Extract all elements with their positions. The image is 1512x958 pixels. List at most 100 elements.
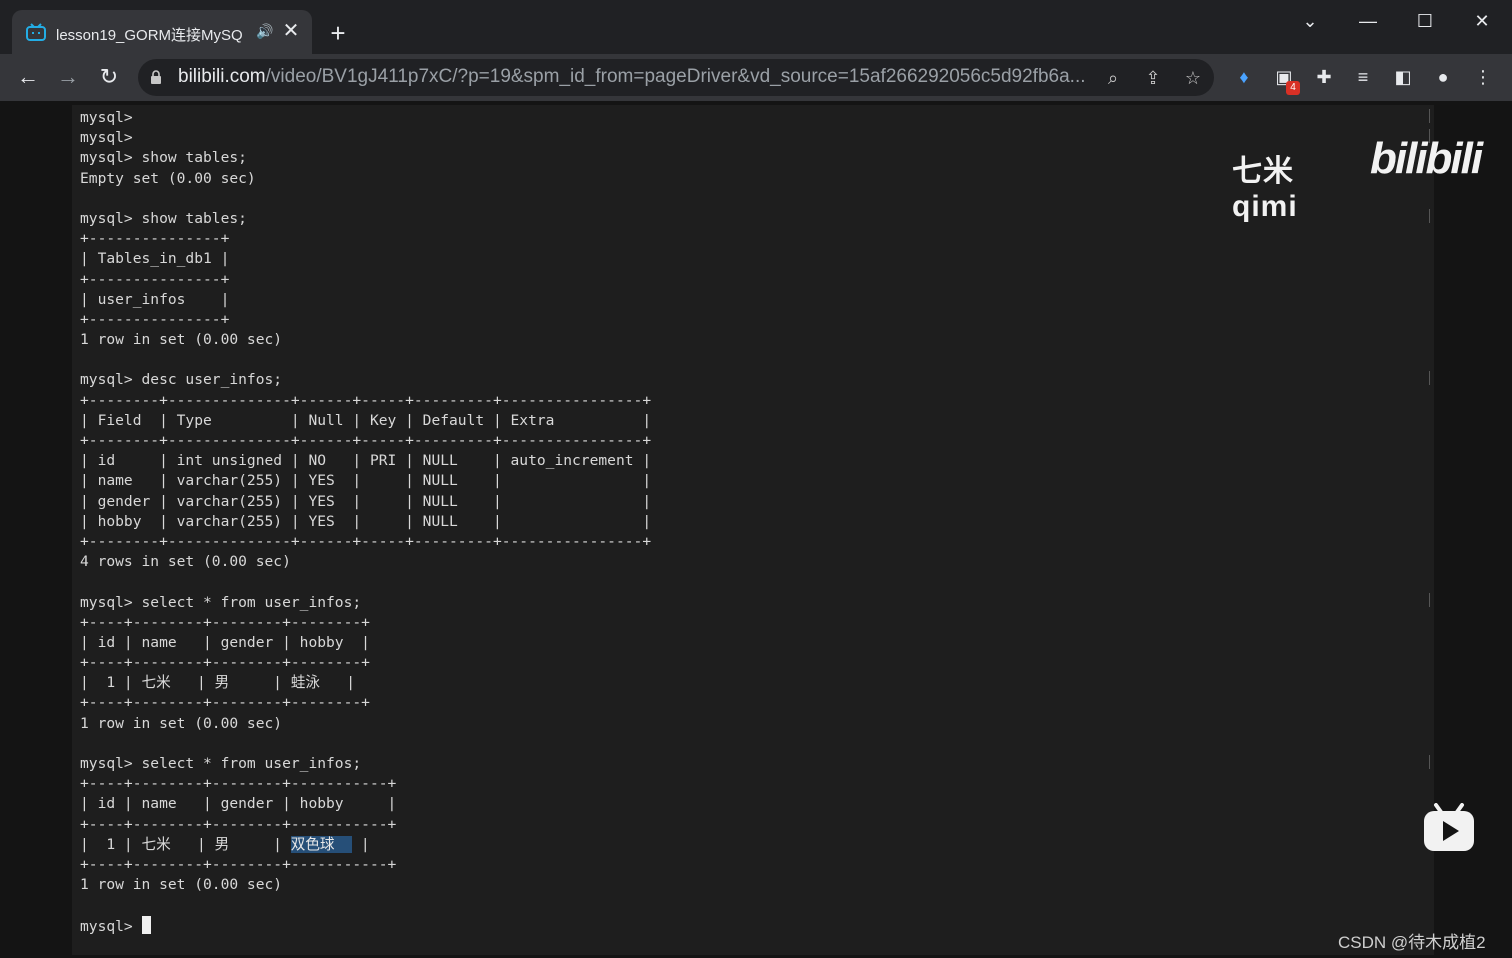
profile-icon[interactable]: ●: [1431, 65, 1455, 89]
reload-icon[interactable]: ↻: [96, 64, 122, 90]
terminal-line-text: mysql>: [80, 129, 133, 147]
terminal-line-text: +---------------+: [80, 270, 230, 288]
mark: [1423, 755, 1430, 769]
terminal-line: 1 row in set (0.00 sec): [80, 875, 651, 895]
terminal-line-text: mysql> show tables;: [80, 149, 247, 167]
terminal-line: mysql> show tables;: [80, 209, 651, 229]
extension-badge: 4: [1286, 81, 1300, 95]
terminal-line-text: mysql> desc user_infos;: [80, 371, 283, 389]
tab-search-chevron-icon[interactable]: ⌄: [1290, 8, 1330, 34]
terminal-line-text: mysql>: [80, 917, 142, 935]
terminal-line-text: Empty set (0.00 sec): [80, 169, 256, 187]
url-host: bilibili.com: [178, 66, 266, 87]
terminal-line-text: +----+--------+--------+-----------+: [80, 855, 397, 873]
terminal-line-text: | hobby | varchar(255) | YES | | NULL | …: [80, 512, 652, 530]
terminal-line-text: mysql> select * from user_infos;: [80, 593, 362, 611]
terminal-line: | name | varchar(255) | YES | | NULL | |: [80, 471, 651, 491]
terminal-line-text: +---------------+: [80, 310, 230, 328]
reading-list-icon[interactable]: ≡: [1351, 65, 1375, 89]
side-panel-icon[interactable]: ◧: [1391, 65, 1415, 89]
selected-text[interactable]: 双色球: [290, 835, 353, 853]
terminal-line: | id | name | gender | hobby |: [80, 794, 651, 814]
terminal-line-text: +--------+--------------+------+-----+--…: [80, 432, 652, 449]
text-cursor: [141, 915, 151, 934]
forward-icon[interactable]: →: [55, 64, 81, 90]
url-text[interactable]: bilibili.com/video/BV1gJ411p7xC/?p=19&sp…: [178, 66, 1093, 90]
extensions-puzzle-icon[interactable]: ✚: [1312, 65, 1336, 89]
terminal-line: +----+--------+--------+--------+: [80, 693, 651, 713]
terminal-line: mysql>: [80, 128, 651, 148]
url-path: /video/BV1gJ411p7xC/?p=19&spm_id_from=pa…: [265, 66, 1086, 87]
zoom-icon[interactable]: ⌕: [1102, 67, 1124, 89]
terminal-line-text: mysql>: [80, 109, 133, 126]
terminal-line-text: | id | int unsigned | NO | PRI | NULL | …: [80, 452, 652, 470]
terminal-line-text: | Tables_in_db1 |: [80, 250, 230, 268]
terminal-line-text: | gender | varchar(255) | YES | | NULL |…: [80, 492, 652, 510]
close-window-icon[interactable]: ✕: [1462, 8, 1502, 34]
bilibili-favicon-icon: [26, 23, 46, 41]
terminal-line: | 1 | 七米 | 男 | 蛙泳 |: [80, 673, 651, 693]
terminal-line: Empty set (0.00 sec): [80, 169, 651, 189]
terminal-line: 4 rows in set (0.00 sec): [80, 552, 651, 572]
video-player[interactable]: mysql> mysql> mysql> show tables; Empty set…: [0, 101, 1512, 958]
terminal-line: | id | name | gender | hobby |: [80, 633, 651, 653]
terminal-line: mysql> show tables;: [80, 148, 651, 168]
browser-chrome: lesson19_GORM连接MySQ 🔊 ✕ + ⌄ — ☐ ✕ ← → ↻ …: [0, 0, 1512, 101]
terminal-line-text: +--------+--------------+------+-----+--…: [80, 391, 652, 409]
terminal-line-text: 1 row in set (0.00 sec): [80, 331, 283, 349]
terminal-line-text: +----+--------+--------+--------+: [80, 654, 370, 672]
terminal-line: | 1 | 七米 | 男 | 双色球 |: [80, 835, 651, 855]
terminal-line-text: | name | varchar(255) | YES | | NULL | |: [80, 472, 652, 490]
speaker-icon[interactable]: 🔊: [256, 23, 273, 39]
terminal-output: mysql> mysql> mysql> show tables; Empty set…: [80, 108, 651, 936]
terminal-line-text: | Field | Type | Null | Key | Default | …: [80, 411, 652, 429]
terminal-line: | hobby | varchar(255) | YES | | NULL | …: [80, 512, 651, 532]
terminal-line: mysql>: [80, 915, 651, 936]
lock-icon[interactable]: [150, 70, 162, 85]
share-icon[interactable]: ⇪: [1142, 67, 1164, 89]
terminal-line: +----+--------+--------+-----------+: [80, 774, 651, 794]
new-tab-icon[interactable]: +: [326, 20, 350, 46]
back-icon[interactable]: ←: [15, 64, 41, 90]
tab-strip: lesson19_GORM连接MySQ 🔊 ✕ + ⌄ — ☐ ✕: [0, 0, 1512, 54]
terminal-line-text: | 1 | 七米 | 男 |: [80, 835, 291, 853]
terminal-line: +---------------+: [80, 229, 651, 249]
address-bar[interactable]: bilibili.com/video/BV1gJ411p7xC/?p=19&sp…: [138, 59, 1214, 96]
terminal-line-text: mysql> show tables;: [80, 209, 247, 227]
terminal-line-text: 1 row in set (0.00 sec): [80, 714, 283, 732]
terminal-line: mysql>: [80, 108, 651, 128]
menu-kebab-icon[interactable]: ⋮: [1471, 65, 1495, 89]
terminal-line: +---------------+: [80, 270, 651, 290]
terminal-line-text: 1 row in set (0.00 sec): [80, 876, 283, 894]
terminal-line: +----+--------+--------+-----------+: [80, 855, 651, 875]
tab-active[interactable]: lesson19_GORM连接MySQ 🔊 ✕: [12, 10, 312, 54]
mark: [1423, 209, 1430, 223]
terminal-line-text: +--------+--------------+------+-----+--…: [80, 532, 652, 550]
terminal-line: | Field | Type | Null | Key | Default | …: [80, 411, 651, 431]
terminal-line-text: +----+--------+--------+-----------+: [80, 775, 397, 793]
mark: [1423, 593, 1430, 607]
terminal-line: mysql> desc user_infos;: [80, 370, 651, 390]
maximize-icon[interactable]: ☐: [1405, 8, 1445, 34]
diamond-extension-icon[interactable]: ♦: [1232, 65, 1256, 89]
bookmark-star-icon[interactable]: ☆: [1182, 67, 1204, 89]
terminal-line: | user_infos |: [80, 290, 651, 310]
terminal-line: 1 row in set (0.00 sec): [80, 714, 651, 734]
terminal-line: +--------+--------------+------+-----+--…: [80, 391, 651, 411]
play-icon[interactable]: [1422, 803, 1476, 853]
terminal-line-text: +---------------+: [80, 230, 230, 248]
tab-close-icon[interactable]: ✕: [282, 20, 300, 42]
mark: [1423, 371, 1430, 385]
terminal-line-text: mysql> select * from user_infos;: [80, 755, 362, 772]
terminal-line: +--------+--------------+------+-----+--…: [80, 532, 651, 552]
terminal-window: mysql> mysql> mysql> show tables; Empty set…: [72, 105, 1434, 955]
terminal-line: +---------------+: [80, 310, 651, 330]
terminal-line: mysql> select * from user_infos;: [80, 754, 651, 774]
minimize-icon[interactable]: —: [1348, 8, 1388, 34]
watermark-text: 七米qimi: [1232, 155, 1298, 223]
terminal-line-text: +----+--------+--------+-----------+: [80, 815, 397, 833]
